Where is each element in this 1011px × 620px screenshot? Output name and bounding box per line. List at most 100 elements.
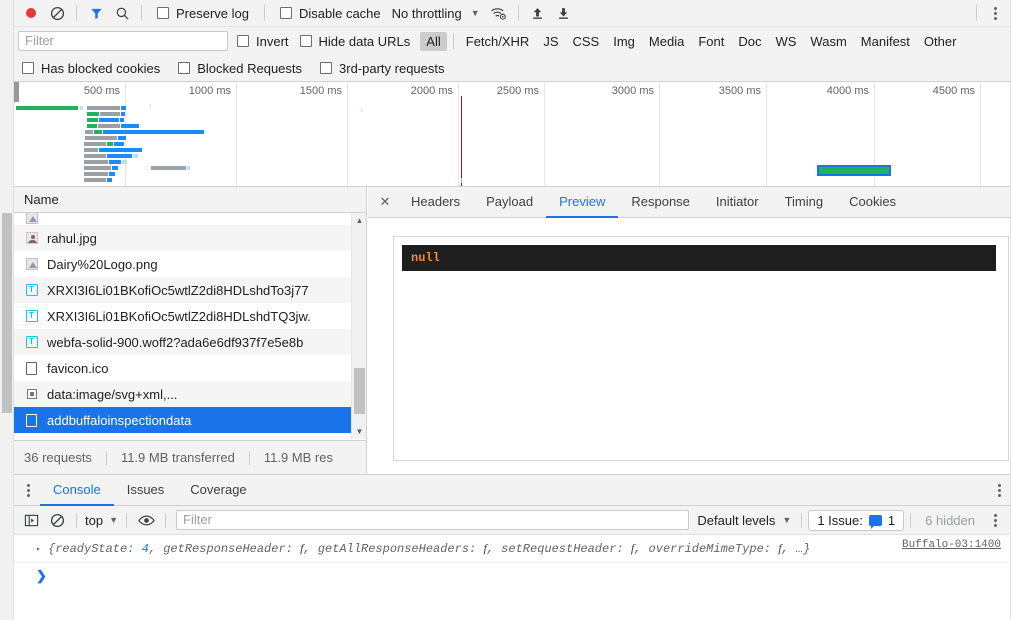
hide-data-urls-checkbox[interactable]: Hide data URLs	[299, 33, 411, 49]
throttling-dropdown[interactable]: No throttling ▼	[392, 6, 480, 21]
timeline-ruler: 500 ms 1000 ms 1500 ms 2000 ms 2500 ms 3…	[14, 82, 1011, 187]
issues-count: 1	[887, 512, 896, 528]
preserve-log-label: Preserve log	[176, 5, 249, 21]
table-row[interactable]: T XRXI3I6Li01BKofiOc5wtlZ2di8HDLshdTo3j7…	[14, 277, 366, 303]
clear-console-prohibited-icon[interactable]	[44, 508, 70, 532]
type-filter-doc[interactable]: Doc	[732, 32, 767, 51]
tab-payload[interactable]: Payload	[473, 187, 546, 218]
tab-initiator[interactable]: Initiator	[703, 187, 772, 218]
table-row[interactable]: Dairy%20Logo.png	[14, 251, 366, 277]
import-har-upload-icon[interactable]	[525, 1, 551, 25]
table-row[interactable]: T XRXI3I6Li01BKofiOc5wtlZ2di8HDLshdTQ3jw…	[14, 303, 366, 329]
preserve-log-checkbox-box[interactable]	[157, 7, 169, 19]
live-expression-eye-icon[interactable]	[133, 508, 159, 532]
preserve-log-checkbox[interactable]: Preserve log	[157, 6, 249, 21]
scroll-up-arrow-icon[interactable]: ▲	[352, 213, 367, 228]
more-tabs-kebab-icon[interactable]	[16, 475, 40, 505]
type-filter-wasm[interactable]: Wasm	[804, 32, 852, 51]
font-file-icon: T	[24, 309, 39, 324]
type-filter-fetch-xhr[interactable]: Fetch/XHR	[460, 32, 536, 51]
drawer-more-kebab-icon[interactable]	[987, 475, 1011, 505]
hide-data-urls-label: Hide data URLs	[318, 33, 411, 49]
export-har-download-icon[interactable]	[551, 1, 577, 25]
close-icon[interactable]: ✕	[372, 187, 398, 217]
tab-timing[interactable]: Timing	[772, 187, 837, 218]
type-filter-all[interactable]: All	[420, 31, 447, 51]
expand-triangle-icon[interactable]: ▸	[36, 544, 41, 554]
console-settings-kebab-icon[interactable]	[983, 513, 1007, 527]
console-levels-dropdown[interactable]: Default levels ▼	[693, 513, 795, 528]
console-sidebar-icon[interactable]	[18, 508, 44, 532]
tick-label-2500: 2500 ms	[496, 85, 539, 97]
console-log-text: {readyState: 4, getResponseHeader: f, ge…	[48, 541, 811, 556]
page-scrollbar-thumb[interactable]	[2, 213, 12, 413]
type-filter-manifest[interactable]: Manifest	[855, 32, 916, 51]
table-row[interactable]	[14, 213, 366, 225]
console-context-dropdown[interactable]: top ▼	[83, 513, 120, 528]
page-scrollbar[interactable]	[0, 0, 14, 620]
blocked-requests-checkbox-box[interactable]	[178, 62, 191, 74]
clear-prohibited-icon[interactable]	[44, 1, 70, 25]
has-blocked-cookies-label: Has blocked cookies	[41, 60, 161, 76]
tab-coverage[interactable]: Coverage	[177, 475, 259, 506]
type-filter-js[interactable]: JS	[537, 32, 564, 51]
table-row[interactable]: rahul.jpg	[14, 225, 366, 251]
console-source-link[interactable]: Buffalo-03:1400	[902, 539, 1001, 551]
toolbar-divider	[141, 5, 142, 21]
console-log-entry[interactable]: ▸ {readyState: 4, getResponseHeader: f, …	[14, 535, 1011, 563]
invert-checkbox[interactable]: Invert	[237, 34, 289, 49]
third-party-requests-checkbox[interactable]: 3rd-party requests	[320, 61, 445, 76]
issues-button[interactable]: 1 Issue: 1	[808, 509, 905, 531]
third-party-requests-label: 3rd-party requests	[339, 60, 445, 76]
disable-cache-checkbox[interactable]: Disable cache	[279, 6, 381, 21]
record-circle-icon[interactable]	[18, 1, 44, 25]
scroll-down-arrow-icon[interactable]: ▼	[352, 424, 367, 439]
has-blocked-cookies-checkbox[interactable]: Has blocked cookies	[22, 61, 160, 76]
has-blocked-cookies-checkbox-box[interactable]	[22, 62, 34, 74]
table-row-selected[interactable]: addbuffaloinspectiondata	[14, 407, 366, 433]
invert-checkbox-box[interactable]	[237, 35, 249, 47]
toolbar-divider	[76, 512, 77, 528]
network-conditions-icon[interactable]	[486, 1, 512, 25]
type-filter-other[interactable]: Other	[918, 32, 963, 51]
type-filter-css[interactable]: CSS	[567, 32, 606, 51]
tab-headers[interactable]: Headers	[398, 187, 473, 218]
tab-issues[interactable]: Issues	[114, 475, 178, 506]
console-filter-input[interactable]: Filter	[176, 510, 690, 530]
network-overview-timeline[interactable]: 500 ms 1000 ms 1500 ms 2000 ms 2500 ms 3…	[14, 82, 1011, 187]
invert-label: Invert	[256, 33, 289, 49]
third-party-requests-checkbox-box[interactable]	[320, 62, 333, 74]
table-row[interactable]: T webfa-solid-900.woff2?ada6e6df937f7e5e…	[14, 329, 366, 355]
funnel-filter-icon[interactable]	[83, 1, 109, 25]
network-filter-input[interactable]: Filter	[18, 31, 228, 51]
prompt-arrow-icon: ❯	[36, 568, 47, 583]
request-rows[interactable]: rahul.jpg Dairy%20Logo.png T XRXI3I6Li01…	[14, 213, 366, 439]
data-url-icon	[24, 387, 39, 402]
request-name: addbuffaloinspectiondata	[47, 412, 192, 428]
more-options-kebab-icon[interactable]	[983, 6, 1007, 20]
type-filter-img[interactable]: Img	[607, 32, 641, 51]
type-filter-ws[interactable]: WS	[769, 32, 802, 51]
tab-cookies[interactable]: Cookies	[836, 187, 909, 218]
toolbar-divider	[452, 33, 454, 49]
request-column-header[interactable]: Name	[14, 187, 366, 213]
tab-response[interactable]: Response	[618, 187, 703, 218]
type-filter-media[interactable]: Media	[643, 32, 690, 51]
selected-request-overview-bar[interactable]	[817, 165, 891, 176]
chevron-down-icon: ▼	[109, 515, 118, 525]
table-row[interactable]: favicon.ico	[14, 355, 366, 381]
type-filter-font[interactable]: Font	[692, 32, 730, 51]
console-prompt[interactable]: ❯	[14, 563, 1011, 589]
toolbar-divider	[263, 5, 265, 21]
hide-data-urls-checkbox-box[interactable]	[299, 35, 312, 47]
tab-console[interactable]: Console	[40, 475, 114, 506]
request-list-scroll-thumb[interactable]	[354, 368, 365, 414]
console-output[interactable]: ▸ {readyState: 4, getResponseHeader: f, …	[14, 535, 1011, 620]
blocked-requests-checkbox[interactable]: Blocked Requests	[178, 61, 302, 76]
table-row[interactable]: data:image/svg+xml,...	[14, 381, 366, 407]
request-list-scrollbar[interactable]: ▲ ▼	[351, 213, 366, 439]
disable-cache-checkbox-box[interactable]	[279, 7, 292, 19]
column-header-name: Name	[24, 192, 59, 207]
tab-preview[interactable]: Preview	[546, 187, 619, 218]
search-icon[interactable]	[109, 1, 135, 25]
